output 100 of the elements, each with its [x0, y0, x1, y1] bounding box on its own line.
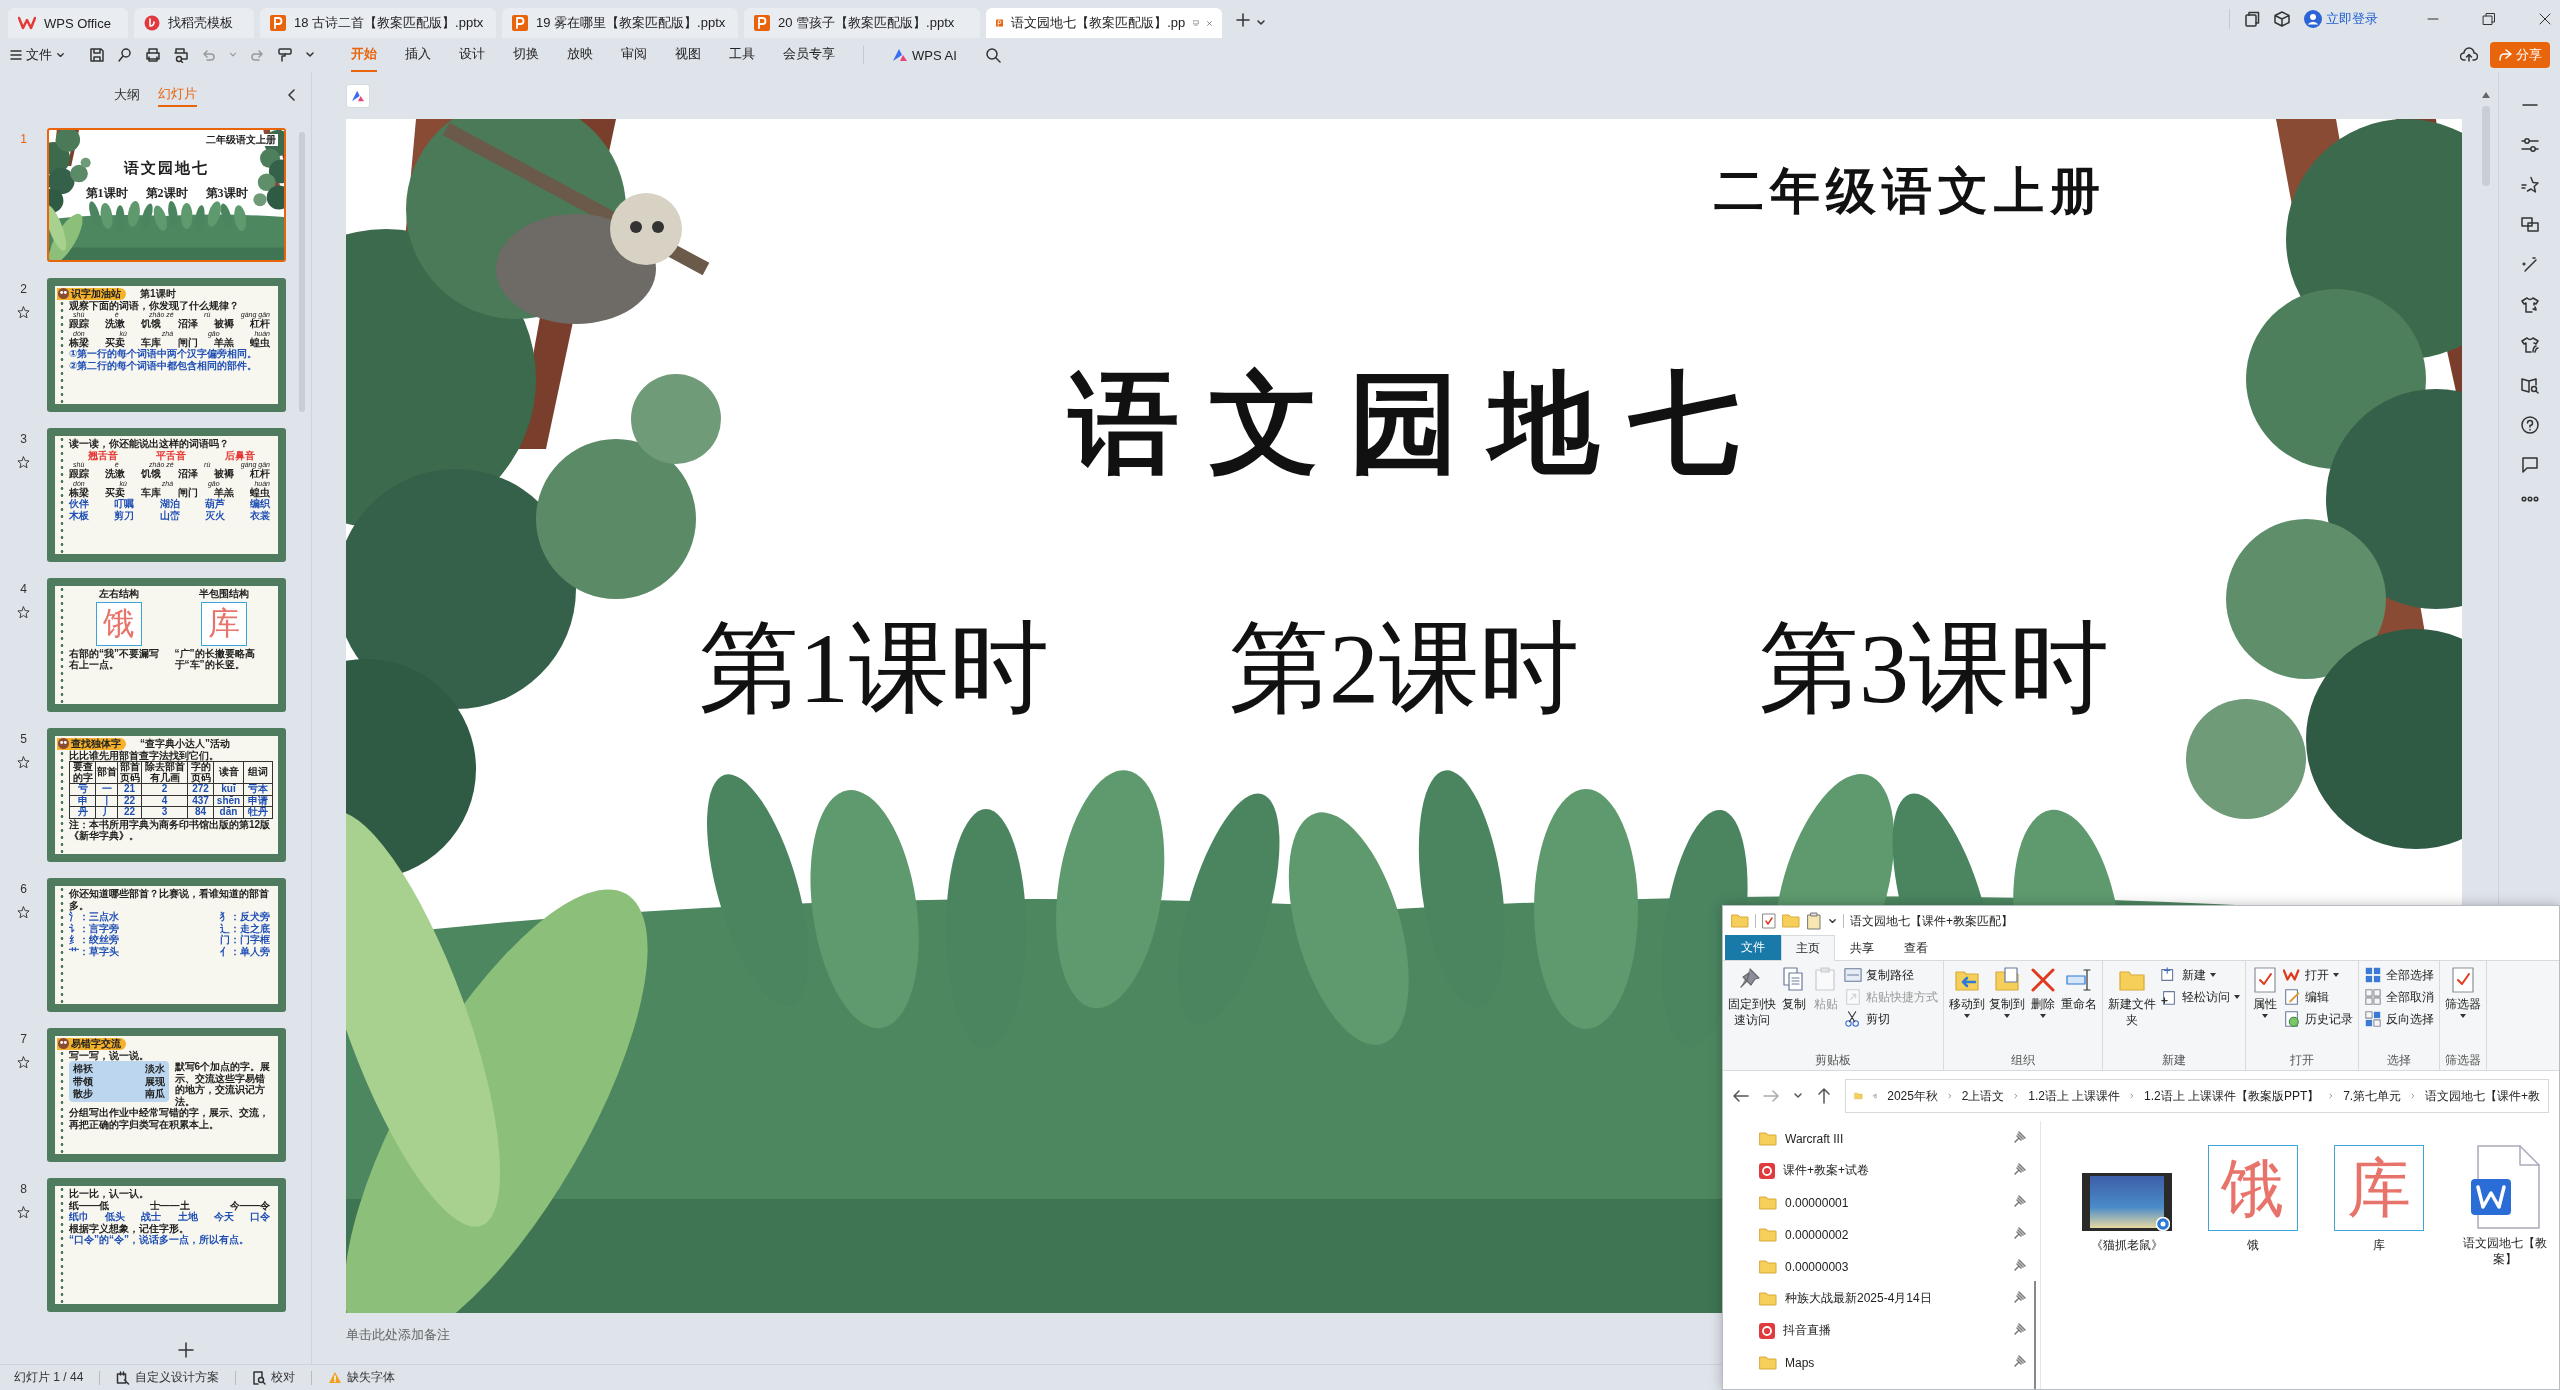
table-cell: 读音	[213, 761, 244, 784]
slide-text: 比比谁先用部首查字法找到它们。	[69, 749, 219, 761]
word-text: 栋梁	[69, 336, 89, 348]
slide-number: 4	[20, 582, 27, 596]
word-text: 湖泊	[159, 498, 180, 509]
table-cell: 84	[187, 806, 214, 818]
table-cell: 牡丹	[243, 806, 273, 818]
section-label: 查找独体字	[57, 738, 126, 750]
word-text: 展现	[144, 1075, 165, 1087]
word-text: 带领	[73, 1075, 93, 1087]
word-text: 买卖	[105, 486, 126, 498]
word-text: 闸门	[177, 486, 198, 498]
label-text: 后鼻音	[224, 449, 255, 461]
word-text: 艹：草字头	[69, 945, 119, 957]
character-box: 库	[201, 601, 248, 646]
table-cell: 22	[117, 795, 142, 807]
word-text: 讠：言字旁	[69, 922, 119, 934]
slide-number: 2	[20, 282, 27, 296]
slide-text: 根据字义想象，记住字形。	[69, 1222, 189, 1234]
slide-text: 默写6个加点的字。展示、交流这些字易错的地方，交流识记方法。	[174, 1061, 272, 1107]
slide-number: 7	[20, 1032, 27, 1046]
table-cell: 2	[141, 783, 188, 795]
word-text: 蝗虫	[249, 336, 270, 348]
slide-text: ②第二行的每个词语中都包含相同的部件。	[69, 359, 259, 371]
section-label: 识字加油站	[57, 288, 126, 300]
table-cell: shēn	[213, 795, 244, 807]
slide-title: 语文园地七	[1066, 362, 1769, 487]
slide-number: 3	[20, 432, 27, 446]
word-text: 杠杆	[249, 318, 270, 330]
table-cell: 一	[95, 783, 118, 795]
word-text: 氵：三点水	[69, 911, 119, 922]
label-text: 平舌音	[156, 449, 187, 461]
table-cell: 亏本	[243, 783, 273, 795]
slide-text: 写一写，说一说。	[69, 1049, 150, 1061]
word-text: 纸——低	[69, 1199, 109, 1211]
word-text: 辶：走之底	[220, 922, 270, 934]
word-text: 战士	[141, 1211, 162, 1223]
slide-text: 分组写出作业中经常写错的字，展示、交流，再把正确的字归类写在积累本上。	[69, 1107, 270, 1130]
slide-text: “口令”的“令”，说话多一点，所以有点。	[69, 1234, 250, 1246]
word-text: 跟踪	[69, 468, 89, 480]
table-cell: 丹	[69, 806, 96, 818]
table-cell: dān	[213, 806, 244, 818]
word-text: 土地	[177, 1211, 198, 1223]
word-text: 被褥	[213, 318, 234, 330]
table-cell: 申	[69, 795, 96, 807]
word-text: 纟：绞丝旁	[69, 934, 119, 945]
word-text: 灭火	[204, 509, 225, 521]
lesson-text: 第3课时	[205, 186, 248, 201]
slide-text: 右部的“我”不要漏写右上一点。	[69, 647, 160, 671]
group-label: 打开	[2289, 1052, 2315, 1068]
slide-text: “广”的长撇要略高于“车”的长竖。	[174, 647, 256, 671]
slide-number: 1	[20, 132, 27, 146]
section-label: 易错字交流	[57, 1038, 126, 1050]
word-text: 车库	[141, 336, 162, 348]
slide-heading: 左右结构	[97, 588, 140, 600]
word-text: 羊羔	[213, 336, 234, 348]
word-text: 士——土	[149, 1199, 190, 1211]
group-label: 选择	[2386, 1052, 2412, 1068]
word-text: 跟踪	[69, 318, 89, 330]
table-cell: 字的页码	[187, 761, 214, 784]
word-text: 亻：单人旁	[220, 945, 270, 957]
slide-subtitle: 二年级语文上册	[1714, 163, 2106, 219]
table-cell: 部首	[95, 761, 118, 784]
label-text: 翘舌音	[88, 449, 119, 461]
word-text: 买卖	[105, 336, 126, 348]
slide-heading: 半包围结构	[198, 588, 251, 600]
table-cell: 272	[187, 783, 214, 795]
word-text: 闸门	[177, 336, 198, 348]
table-cell: 要查的字	[69, 761, 96, 784]
table-cell: 437	[187, 795, 214, 807]
lesson-text: 第2课时	[145, 186, 188, 201]
word-text: 饥饿	[141, 318, 162, 330]
character-image: 饿	[2208, 1145, 2298, 1231]
word-text: 沼泽	[177, 318, 198, 330]
word-text: 沼泽	[177, 468, 198, 480]
slide-text: 比一比，认一认。	[69, 1188, 150, 1200]
table-cell: 丿	[95, 806, 118, 818]
word-text: 蝗虫	[249, 486, 270, 498]
slide-text: 注：本书所用字典为商务印书馆出版的第12版《新华字典》。	[69, 818, 272, 842]
table-cell: 组词	[243, 761, 273, 784]
group-label: 剪贴板	[1814, 1052, 1852, 1068]
slide-text: 观察下面的词语，你发现了什么规律？	[69, 299, 240, 311]
lesson-text: 第1课时	[699, 612, 1049, 726]
word-text: 饥饿	[141, 468, 162, 480]
slide-number: 5	[20, 732, 27, 746]
word-text: 散步	[73, 1088, 93, 1100]
table-cell: 申请	[243, 795, 273, 807]
lesson-text: 第2课时	[1229, 612, 1579, 726]
lesson-text: 第3课时	[1759, 612, 2109, 726]
group-label: 组织	[2010, 1052, 2036, 1068]
word-text: 叮嘱	[114, 498, 135, 509]
slide-text: ①第一行的每个词语中两个汉字偏旁相同。	[69, 348, 258, 359]
slide-number: 6	[20, 882, 27, 896]
word-text: 门：门字框	[220, 934, 270, 945]
word-text: 山峦	[159, 509, 180, 521]
word-text: 编织	[250, 498, 270, 509]
slide-subtitle: 二年级语文上册	[204, 134, 278, 146]
word-text: 纸巾	[69, 1211, 89, 1223]
window-title: 语文园地七【课件+教案匹配】	[1850, 912, 2013, 930]
word-text: 被褥	[213, 468, 234, 480]
